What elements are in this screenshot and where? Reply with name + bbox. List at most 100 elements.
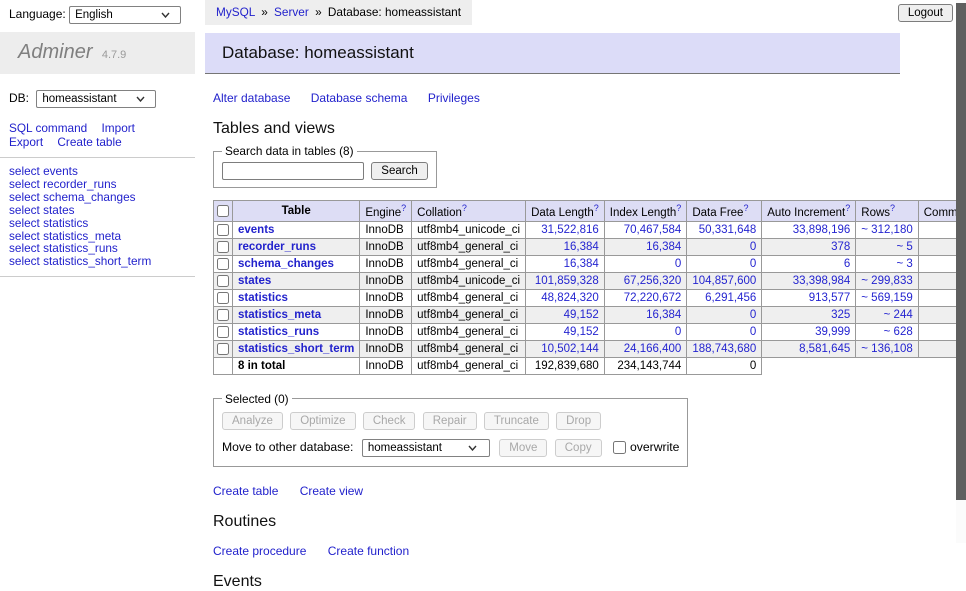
help-icon[interactable]: ? bbox=[845, 203, 850, 213]
data-free-value[interactable]: 50,331,648 bbox=[699, 224, 757, 236]
breadcrumb-mysql-link[interactable]: MySQL bbox=[216, 5, 255, 19]
select-all-checkbox[interactable] bbox=[217, 205, 229, 217]
rows-value[interactable]: ~ 312,180 bbox=[861, 224, 912, 236]
auto-increment-value[interactable]: 6 bbox=[844, 258, 850, 270]
data-length-value[interactable]: 48,824,320 bbox=[541, 292, 599, 304]
rows-value[interactable]: ~ 244 bbox=[884, 309, 913, 321]
overwrite-label[interactable]: overwrite bbox=[630, 440, 679, 454]
auto-increment-value[interactable]: 33,898,196 bbox=[793, 224, 851, 236]
create-view-link[interactable]: Create view bbox=[300, 484, 363, 498]
data-length-value[interactable]: 49,152 bbox=[564, 309, 599, 321]
row-checkbox[interactable] bbox=[217, 258, 229, 270]
check-button[interactable]: Check bbox=[363, 412, 416, 430]
table-link[interactable]: statistics_meta bbox=[238, 309, 321, 321]
move-database-select[interactable]: homeassistant bbox=[362, 439, 490, 457]
auto-increment-value[interactable]: 33,398,984 bbox=[793, 275, 851, 287]
create-procedure-link[interactable]: Create procedure bbox=[213, 544, 306, 558]
index-length-value[interactable]: 0 bbox=[675, 326, 681, 338]
analyze-button[interactable]: Analyze bbox=[222, 412, 283, 430]
rows-value[interactable]: ~ 3 bbox=[896, 258, 912, 270]
auto-increment-value[interactable]: 913,577 bbox=[809, 292, 851, 304]
overwrite-checkbox[interactable] bbox=[613, 441, 626, 454]
table-link[interactable]: schema_changes bbox=[238, 258, 334, 270]
row-checkbox[interactable] bbox=[217, 326, 229, 338]
index-length-value[interactable]: 0 bbox=[675, 258, 681, 270]
index-length-value[interactable]: 72,220,672 bbox=[624, 292, 682, 304]
data-free-value[interactable]: 0 bbox=[750, 309, 756, 321]
copy-button[interactable]: Copy bbox=[555, 439, 602, 457]
row-checkbox[interactable] bbox=[217, 275, 229, 287]
sidebar-item-select-schema-changes[interactable]: select schema_changes bbox=[9, 191, 195, 204]
sidebar-export-link[interactable]: Export bbox=[9, 135, 43, 149]
table-link[interactable]: statistics_short_term bbox=[238, 343, 354, 355]
alter-database-link[interactable]: Alter database bbox=[213, 91, 290, 105]
rows-value[interactable]: ~ 569,159 bbox=[861, 292, 912, 304]
rows-value[interactable]: ~ 5 bbox=[896, 241, 912, 253]
table-link[interactable]: states bbox=[238, 275, 271, 287]
data-free-value[interactable]: 188,743,680 bbox=[692, 343, 756, 355]
index-length-value[interactable]: 16,384 bbox=[646, 309, 681, 321]
help-icon[interactable]: ? bbox=[890, 203, 895, 213]
data-free-value[interactable]: 104,857,600 bbox=[692, 275, 756, 287]
help-icon[interactable]: ? bbox=[594, 203, 599, 213]
help-icon[interactable]: ? bbox=[401, 203, 406, 213]
data-free-value[interactable]: 6,291,456 bbox=[705, 292, 756, 304]
sidebar-sql-command-link[interactable]: SQL command bbox=[9, 121, 87, 135]
table-link[interactable]: statistics_runs bbox=[238, 326, 319, 338]
data-length-value[interactable]: 31,522,816 bbox=[541, 224, 599, 236]
data-free-value[interactable]: 0 bbox=[750, 326, 756, 338]
data-free-value[interactable]: 0 bbox=[750, 258, 756, 270]
help-icon[interactable]: ? bbox=[743, 203, 748, 213]
database-schema-link[interactable]: Database schema bbox=[311, 91, 408, 105]
row-checkbox[interactable] bbox=[217, 224, 229, 236]
auto-increment-value[interactable]: 8,581,645 bbox=[799, 343, 850, 355]
auto-increment-value[interactable]: 378 bbox=[831, 241, 850, 253]
scrollbar-thumb[interactable] bbox=[956, 3, 966, 500]
sidebar-item-select-states[interactable]: select states bbox=[9, 204, 195, 217]
db-select[interactable]: homeassistant bbox=[36, 90, 156, 108]
index-length-value[interactable]: 67,256,320 bbox=[624, 275, 682, 287]
auto-increment-value[interactable]: 325 bbox=[831, 309, 850, 321]
index-length-value[interactable]: 24,166,400 bbox=[624, 343, 682, 355]
data-length-value[interactable]: 16,384 bbox=[564, 241, 599, 253]
sidebar-item-select-events[interactable]: select events bbox=[9, 165, 195, 178]
auto-increment-value[interactable]: 39,999 bbox=[815, 326, 850, 338]
help-icon[interactable]: ? bbox=[462, 203, 467, 213]
search-button[interactable]: Search bbox=[371, 162, 427, 180]
index-length-value[interactable]: 70,467,584 bbox=[624, 224, 682, 236]
optimize-button[interactable]: Optimize bbox=[290, 412, 355, 430]
row-checkbox[interactable] bbox=[217, 309, 229, 321]
language-select[interactable]: English bbox=[69, 6, 181, 24]
create-function-link[interactable]: Create function bbox=[328, 544, 409, 558]
privileges-link[interactable]: Privileges bbox=[428, 91, 480, 105]
row-checkbox[interactable] bbox=[217, 241, 229, 253]
data-length-value[interactable]: 101,859,328 bbox=[535, 275, 599, 287]
help-icon[interactable]: ? bbox=[676, 203, 681, 213]
vertical-scrollbar[interactable] bbox=[956, 0, 966, 543]
table-link[interactable]: recorder_runs bbox=[238, 241, 316, 253]
sidebar-item-select-recorder-runs[interactable]: select recorder_runs bbox=[9, 178, 195, 191]
table-link[interactable]: events bbox=[238, 224, 274, 236]
sidebar-item-select-statistics-short-term[interactable]: select statistics_short_term bbox=[9, 255, 195, 268]
sidebar-create-table-link[interactable]: Create table bbox=[57, 135, 121, 149]
data-length-value[interactable]: 49,152 bbox=[564, 326, 599, 338]
rows-value[interactable]: ~ 628 bbox=[884, 326, 913, 338]
move-button[interactable]: Move bbox=[499, 439, 547, 457]
sidebar-item-select-statistics[interactable]: select statistics bbox=[9, 217, 195, 230]
index-length-value[interactable]: 16,384 bbox=[646, 241, 681, 253]
data-free-value[interactable]: 0 bbox=[750, 241, 756, 253]
rows-value[interactable]: ~ 299,833 bbox=[861, 275, 912, 287]
drop-button[interactable]: Drop bbox=[556, 412, 601, 430]
repair-button[interactable]: Repair bbox=[423, 412, 477, 430]
create-table-link[interactable]: Create table bbox=[213, 484, 278, 498]
data-length-value[interactable]: 16,384 bbox=[564, 258, 599, 270]
breadcrumb-server-link[interactable]: Server bbox=[274, 5, 309, 19]
data-length-value[interactable]: 10,502,144 bbox=[541, 343, 599, 355]
table-link[interactable]: statistics bbox=[238, 292, 288, 304]
row-checkbox[interactable] bbox=[217, 343, 229, 355]
truncate-button[interactable]: Truncate bbox=[484, 412, 549, 430]
row-checkbox[interactable] bbox=[217, 292, 229, 304]
search-input[interactable] bbox=[222, 162, 364, 180]
sidebar-import-link[interactable]: Import bbox=[102, 121, 135, 135]
rows-value[interactable]: ~ 136,108 bbox=[861, 343, 912, 355]
